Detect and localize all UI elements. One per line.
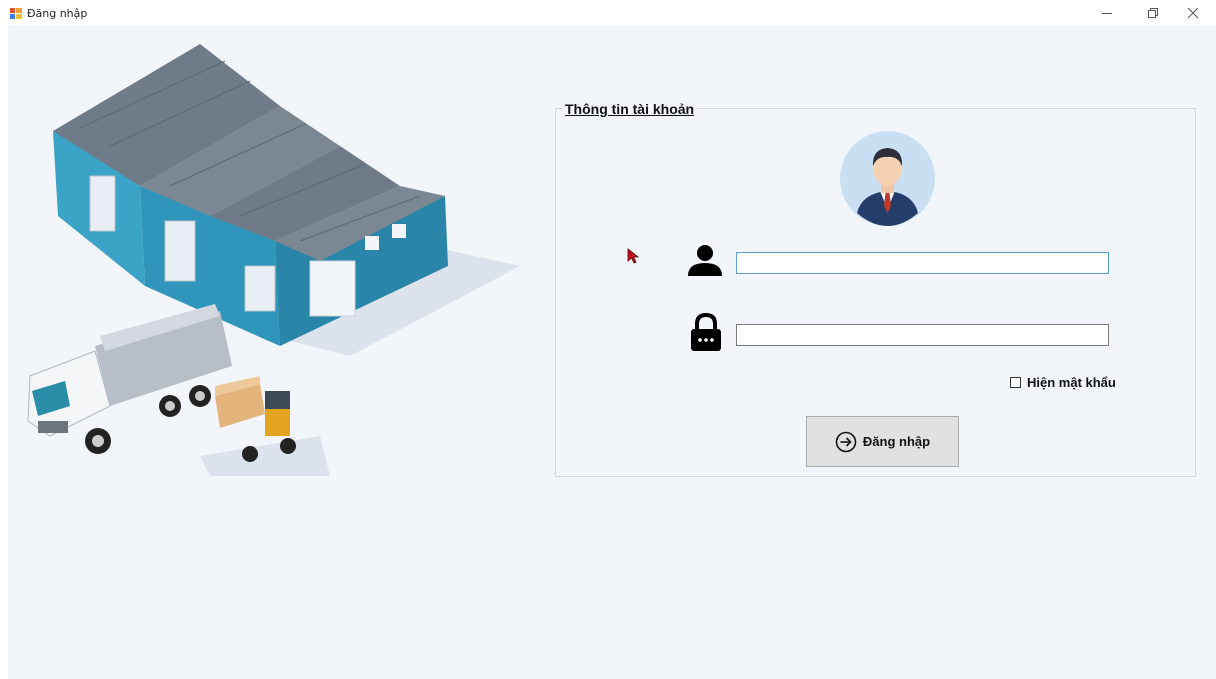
restore-icon — [1148, 8, 1158, 18]
login-button-label: Đăng nhập — [862, 434, 931, 449]
show-password-checkbox[interactable] — [1010, 377, 1021, 388]
close-button[interactable] — [1170, 0, 1216, 26]
password-input[interactable] — [736, 324, 1109, 346]
window-title: Đăng nhập — [27, 7, 88, 20]
user-icon — [688, 245, 722, 276]
lock-icon — [691, 313, 721, 351]
minimize-icon — [1102, 13, 1112, 14]
show-password-checkbox-row[interactable]: Hiện mật khẩu — [1010, 375, 1116, 390]
minimize-button[interactable] — [1084, 0, 1130, 26]
app-icon — [10, 8, 22, 19]
warehouse-illustration — [27, 44, 520, 476]
arrow-right-circle-icon — [835, 431, 857, 452]
groupbox-title: Thông tin tài khoản — [563, 101, 697, 117]
login-button[interactable]: Đăng nhập — [806, 416, 959, 467]
username-input[interactable] — [736, 252, 1109, 274]
title-bar: Đăng nhập — [0, 0, 1216, 26]
show-password-label[interactable]: Hiện mật khẩu — [1027, 375, 1116, 390]
close-icon — [1187, 7, 1199, 19]
user-avatar-icon — [840, 131, 935, 226]
mouse-cursor-icon — [627, 248, 640, 264]
